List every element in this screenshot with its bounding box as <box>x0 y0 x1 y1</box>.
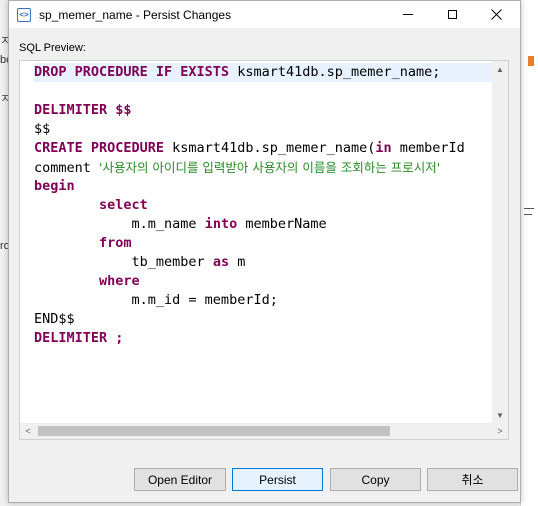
code-line: where <box>34 272 492 291</box>
maximize-button[interactable] <box>430 1 474 28</box>
open-editor-button[interactable]: Open Editor <box>134 468 226 491</box>
code-line: DELIMITER $$ <box>34 101 492 120</box>
sql-keyword: select <box>99 197 148 213</box>
code-line: tb_member as m <box>34 253 492 272</box>
sql-identifier <box>34 273 99 289</box>
horizontal-scroll-thumb[interactable] <box>38 426 390 436</box>
sql-identifier: tb_member <box>34 254 213 270</box>
sql-keyword: as <box>212 254 230 270</box>
scroll-right-icon[interactable]: > <box>492 423 508 439</box>
close-button[interactable] <box>474 1 518 28</box>
code-line: from <box>34 234 492 253</box>
sql-keyword: DELIMITER ; <box>34 330 124 346</box>
code-line: END$$ <box>34 310 492 329</box>
persist-button[interactable]: Persist <box>232 468 323 491</box>
sql-identifier: m.m_name <box>34 216 205 232</box>
sql-preview-editor[interactable]: DROP PROCEDURE IF EXISTS ksmart41db.sp_m… <box>19 60 509 440</box>
sql-keyword: DELIMITER $$ <box>34 102 132 118</box>
sql-identifier: END$$ <box>34 311 75 327</box>
code-line: begin <box>34 177 492 196</box>
sql-keyword: begin <box>34 178 75 194</box>
vertical-scrollbar[interactable]: ▲ ▼ <box>492 61 508 423</box>
code-line: comment '사용자의 아이디를 입력받아 사용자의 이름을 조회하는 프로… <box>34 158 492 177</box>
background-app-strip <box>520 0 538 506</box>
persist-changes-dialog: <> sp_memer_name - Persist Changes SQL P… <box>8 0 521 503</box>
maximize-icon <box>447 10 457 19</box>
code-line: CREATE PROCEDURE ksmart41db.sp_memer_nam… <box>34 139 492 158</box>
sql-identifier <box>34 235 99 251</box>
code-line: select <box>34 196 492 215</box>
code-line: m.m_id = memberId; <box>34 291 492 310</box>
minimize-button[interactable] <box>386 1 430 28</box>
sql-identifier: memberName <box>237 216 327 232</box>
sql-identifier: $$ <box>34 121 51 137</box>
sql-code[interactable]: DROP PROCEDURE IF EXISTS ksmart41db.sp_m… <box>34 63 492 423</box>
app-icon: <> <box>17 7 31 22</box>
sql-identifier: m <box>229 254 246 270</box>
sql-keyword: in <box>375 140 392 156</box>
scroll-left-icon[interactable]: < <box>20 423 36 439</box>
background-orange-marker <box>528 56 534 66</box>
close-icon <box>490 9 502 20</box>
sql-identifier <box>34 197 99 213</box>
sql-keyword: DROP PROCEDURE IF EXISTS <box>34 64 238 80</box>
background-app-left: ㅈ be ㅈ ro <box>0 35 13 252</box>
sql-keyword: from <box>99 235 132 251</box>
sql-identifier: ksmart41db.sp_memer_name; <box>237 64 441 80</box>
code-line: m.m_name into memberName <box>34 215 492 234</box>
minimize-icon <box>403 14 413 15</box>
scroll-down-icon[interactable]: ▼ <box>492 407 508 423</box>
sql-identifier: ksmart41db.sp_memer_name( <box>172 140 376 156</box>
sql-keyword: where <box>99 273 140 289</box>
sql-keyword: CREATE PROCEDURE <box>34 140 173 156</box>
code-line: DELIMITER ; <box>34 329 492 348</box>
code-line: $$ <box>34 120 492 139</box>
sql-identifier: comment <box>34 160 100 176</box>
sql-string: '사용자의 아이디를 입력받아 사용자의 이름을 조회하는 프로시저' <box>99 160 441 175</box>
cancel-button[interactable]: 취소 <box>427 468 518 491</box>
sql-preview-label: SQL Preview: <box>19 42 86 54</box>
title-bar[interactable]: <> sp_memer_name - Persist Changes <box>9 1 520 28</box>
sql-identifier: m.m_id = memberId; <box>34 292 278 308</box>
window-title: sp_memer_name - Persist Changes <box>39 7 232 22</box>
sql-identifier: memberId <box>391 140 465 156</box>
scroll-up-icon[interactable]: ▲ <box>492 61 508 77</box>
code-line: DROP PROCEDURE IF EXISTS ksmart41db.sp_m… <box>34 63 492 82</box>
horizontal-scrollbar[interactable]: < > <box>20 423 508 439</box>
copy-button[interactable]: Copy <box>330 468 421 491</box>
sql-keyword: into <box>204 216 238 232</box>
